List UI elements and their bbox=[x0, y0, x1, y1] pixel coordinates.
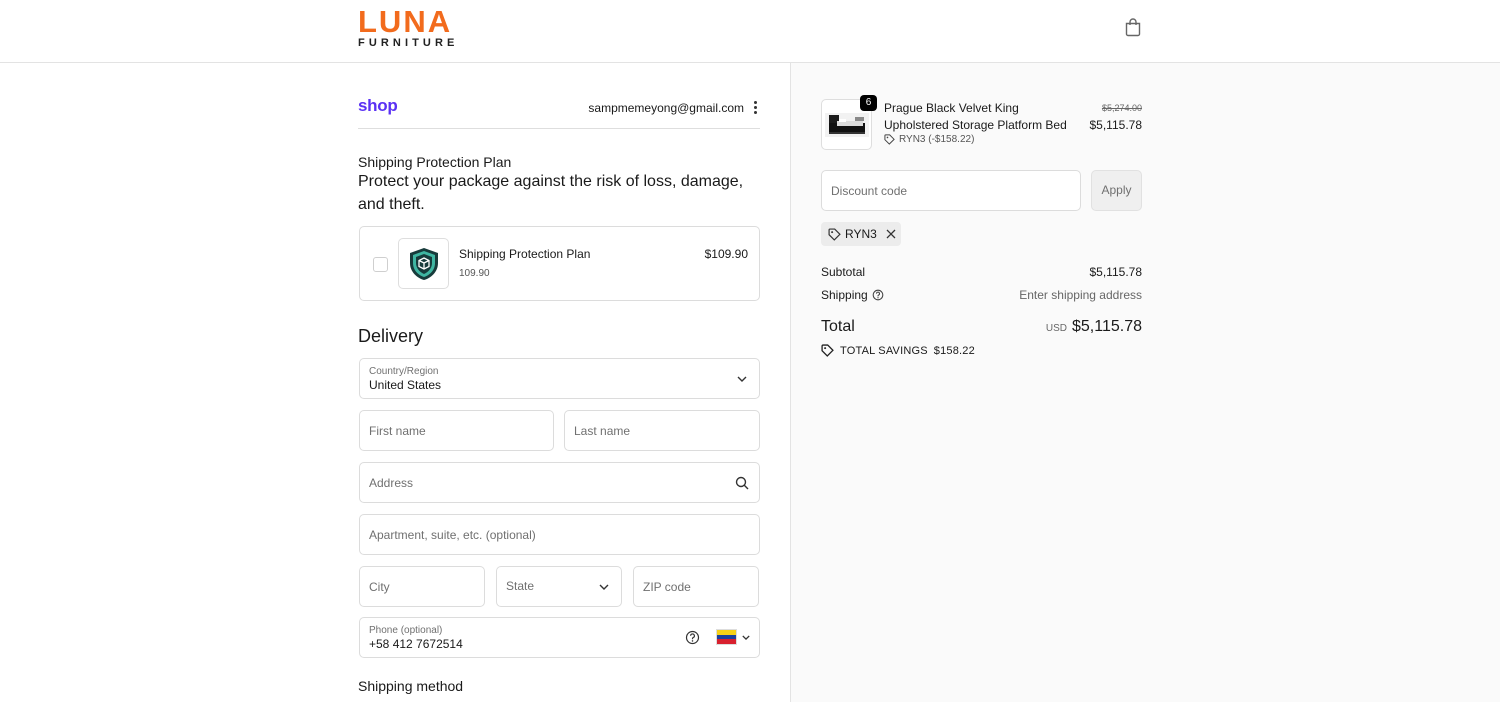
shop-pay-logo: shop bbox=[358, 96, 398, 115]
subtotal-value: $5,115.78 bbox=[1089, 265, 1143, 279]
chevron-down-icon[interactable] bbox=[742, 635, 750, 640]
protection-item-name: Shipping Protection Plan bbox=[459, 247, 591, 261]
tag-icon bbox=[828, 227, 841, 241]
product-price: $5,115.78 bbox=[1089, 118, 1143, 132]
apply-button[interactable]: Apply bbox=[1091, 170, 1142, 211]
apartment-field[interactable]: Apartment, suite, etc. (optional) bbox=[359, 514, 760, 555]
zip-placeholder: ZIP code bbox=[643, 580, 691, 594]
site-header: LUNA FURNITURE bbox=[0, 0, 1500, 63]
shipping-row: Shipping Enter shipping address bbox=[821, 288, 1142, 302]
help-circle-icon[interactable] bbox=[872, 289, 884, 301]
venezuela-flag-icon[interactable] bbox=[716, 629, 737, 645]
state-placeholder: State bbox=[506, 579, 535, 593]
discount-code-field[interactable]: Discount code bbox=[821, 170, 1081, 211]
quantity-badge: 6 bbox=[860, 95, 877, 111]
phone-value: +58 412 7672514 bbox=[369, 637, 463, 651]
kebab-icon[interactable] bbox=[750, 100, 760, 116]
country-label: Country/Region bbox=[369, 366, 439, 377]
shipping-label: Shipping bbox=[821, 288, 868, 302]
luna-furniture-logo[interactable]: LUNA FURNITURE bbox=[358, 4, 464, 49]
first-name-field[interactable]: First name bbox=[359, 410, 554, 451]
address-field[interactable]: Address bbox=[359, 462, 760, 503]
chevron-down-icon bbox=[737, 376, 747, 382]
protection-heading: Shipping Protection Plan bbox=[358, 154, 512, 170]
savings-label: TOTAL SAVINGS bbox=[840, 344, 928, 357]
protection-checkbox[interactable] bbox=[373, 257, 388, 272]
total-savings: TOTAL SAVINGS $158.22 bbox=[821, 344, 975, 357]
savings-value: $158.22 bbox=[933, 344, 975, 357]
account-email: sampmemeyong@gmail.com bbox=[588, 101, 744, 115]
tag-icon bbox=[884, 134, 895, 145]
shop-account-row: shop sampmemeyong@gmail.com bbox=[358, 96, 760, 129]
protection-thumbnail bbox=[398, 238, 449, 289]
help-circle-icon[interactable] bbox=[685, 630, 700, 645]
protection-plan-card[interactable]: Shipping Protection Plan 109.90 $109.90 bbox=[359, 226, 760, 301]
apartment-placeholder: Apartment, suite, etc. (optional) bbox=[369, 528, 536, 542]
country-select[interactable]: Country/Region United States bbox=[359, 358, 760, 399]
protection-description: Protect your package against the risk of… bbox=[358, 173, 744, 213]
state-select[interactable]: State bbox=[496, 566, 622, 607]
total-label: Total bbox=[821, 318, 855, 335]
product-discount-text: RYN3 (-$158.22) bbox=[899, 134, 975, 145]
total-value: $5,115.78 bbox=[1072, 318, 1142, 335]
last-name-placeholder: Last name bbox=[574, 424, 631, 438]
subtotal-label: Subtotal bbox=[821, 265, 866, 279]
product-name: Prague Black Velvet King Upholstered Sto… bbox=[884, 101, 1067, 132]
protection-item-sub: 109.90 bbox=[459, 268, 490, 279]
city-field[interactable]: City bbox=[359, 566, 485, 607]
logo-wordmark: LUNA bbox=[358, 4, 453, 39]
chevron-down-icon bbox=[599, 584, 609, 590]
tag-icon bbox=[821, 344, 834, 357]
total-row: Total USD $5,115.78 bbox=[821, 318, 1142, 336]
protection-item-price: $109.90 bbox=[704, 247, 748, 261]
bed-image bbox=[825, 113, 869, 137]
logo-subtitle: FURNITURE bbox=[358, 37, 459, 49]
zip-field[interactable]: ZIP code bbox=[633, 566, 759, 607]
applied-code-text: RYN3 bbox=[845, 227, 877, 241]
last-name-field[interactable]: Last name bbox=[564, 410, 760, 451]
address-placeholder: Address bbox=[369, 476, 414, 490]
currency-code: USD bbox=[1045, 323, 1067, 334]
order-summary-panel bbox=[790, 63, 1500, 702]
shield-package-icon bbox=[410, 248, 438, 280]
country-value: United States bbox=[369, 378, 442, 392]
shipping-method-heading: Shipping method bbox=[358, 678, 464, 694]
discount-code-placeholder: Discount code bbox=[831, 184, 908, 198]
phone-label: Phone (optional) bbox=[369, 625, 443, 636]
search-icon bbox=[735, 476, 749, 490]
product-discount: RYN3 (-$158.22) bbox=[884, 134, 974, 145]
city-placeholder: City bbox=[369, 580, 390, 594]
total-amount: USD $5,115.78 bbox=[1046, 318, 1142, 336]
subtotal-row: Subtotal $5,115.78 bbox=[821, 265, 1142, 279]
shipping-value: Enter shipping address bbox=[1019, 288, 1142, 302]
close-icon[interactable] bbox=[886, 229, 896, 239]
delivery-heading: Delivery bbox=[358, 326, 424, 346]
applied-code-chip: RYN3 bbox=[821, 222, 901, 246]
product-original-price: $5,274.00 bbox=[1101, 103, 1142, 113]
first-name-placeholder: First name bbox=[369, 424, 426, 438]
phone-field[interactable]: Phone (optional) +58 412 7672514 bbox=[359, 617, 760, 658]
shopping-bag-icon[interactable] bbox=[1124, 17, 1142, 37]
